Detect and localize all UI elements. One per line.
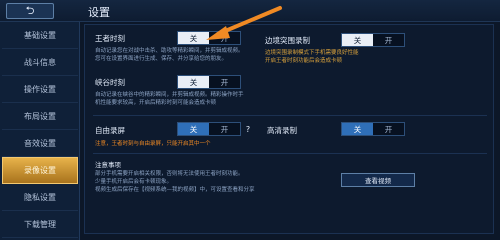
settings-panel: 王者时刻 关 开 自动记录您在对战中击杀、助攻等精彩瞬间，并剪辑成视频。 您可在… [84, 24, 494, 234]
hd-recording-off-option[interactable]: 关 [342, 123, 373, 135]
hd-recording-on-option[interactable]: 开 [373, 123, 404, 135]
help-icon[interactable]: ? [243, 124, 253, 134]
divider [93, 153, 487, 154]
sidebar-item-basic[interactable]: 基础设置 [2, 22, 78, 49]
canyon-moment-label: 峡谷时刻 [95, 78, 125, 87]
canyon-moment-toggle[interactable]: 关 开 [177, 75, 241, 89]
sidebar-item-controls[interactable]: 操作设置 [2, 76, 78, 103]
sidebar-item-recording[interactable]: 录像设置 [2, 157, 78, 184]
free-recording-off-option[interactable]: 关 [178, 123, 209, 135]
divider [93, 115, 487, 116]
edge-recording-on-option[interactable]: 开 [373, 34, 404, 46]
back-arrow-icon: ⮌ [25, 3, 35, 17]
orange-arrow-icon [206, 6, 282, 40]
view-videos-button[interactable]: 查看视频 [341, 173, 415, 187]
canyon-moment-on-option[interactable]: 开 [209, 76, 240, 88]
notice-line: 视频生成后保存在【视频系统—我的视频】中，可设置查看和分享 [95, 187, 255, 193]
sidebar-item-battle-info[interactable]: 战斗信息 [2, 49, 78, 76]
edge-recording-off-option[interactable]: 关 [342, 34, 373, 46]
notice-title: 注意事项 [95, 161, 121, 169]
sidebar-item-layout[interactable]: 布局设置 [2, 103, 78, 130]
notice-line: 少量手机开启后会有卡顿现象。 [95, 179, 173, 185]
free-recording-label: 自由录屏 [95, 126, 125, 135]
edge-recording-toggle[interactable]: 关 开 [341, 33, 405, 47]
sidebar-item-audio[interactable]: 音效设置 [2, 130, 78, 157]
king-moment-label: 王者时刻 [95, 34, 125, 43]
sidebar-item-downloads[interactable]: 下载管理 [2, 211, 78, 238]
free-recording-on-option[interactable]: 开 [209, 123, 240, 135]
canyon-moment-desc: 自动记录在峡谷中的精彩瞬间，并剪辑成视频。精彩操作时手 机性能要求较高，开启后精… [95, 92, 244, 106]
back-button[interactable]: ⮌ [6, 3, 54, 19]
edge-recording-desc: 边境突围录制模式下手机需要良好性能 开启王者时刻功能后会造成卡顿 [265, 50, 359, 64]
hd-recording-label: 高清录制 [267, 126, 297, 135]
sidebar: 基础设置 战斗信息 操作设置 布局设置 音效设置 录像设置 隐私设置 下载管理 [0, 22, 80, 240]
hd-recording-toggle[interactable]: 关 开 [341, 122, 405, 136]
sidebar-item-privacy[interactable]: 隐私设置 [2, 184, 78, 211]
page-title: 设置 [88, 6, 110, 19]
free-recording-warning: 注意，王者时刻与自由录屏，只能开启其中一个 [95, 141, 211, 147]
canyon-moment-off-option[interactable]: 关 [178, 76, 209, 88]
notice-line: 部分手机需要开启相关权限，否则将无法使用王者时刻功能。 [95, 171, 244, 177]
free-recording-toggle[interactable]: 关 开 [177, 122, 241, 136]
